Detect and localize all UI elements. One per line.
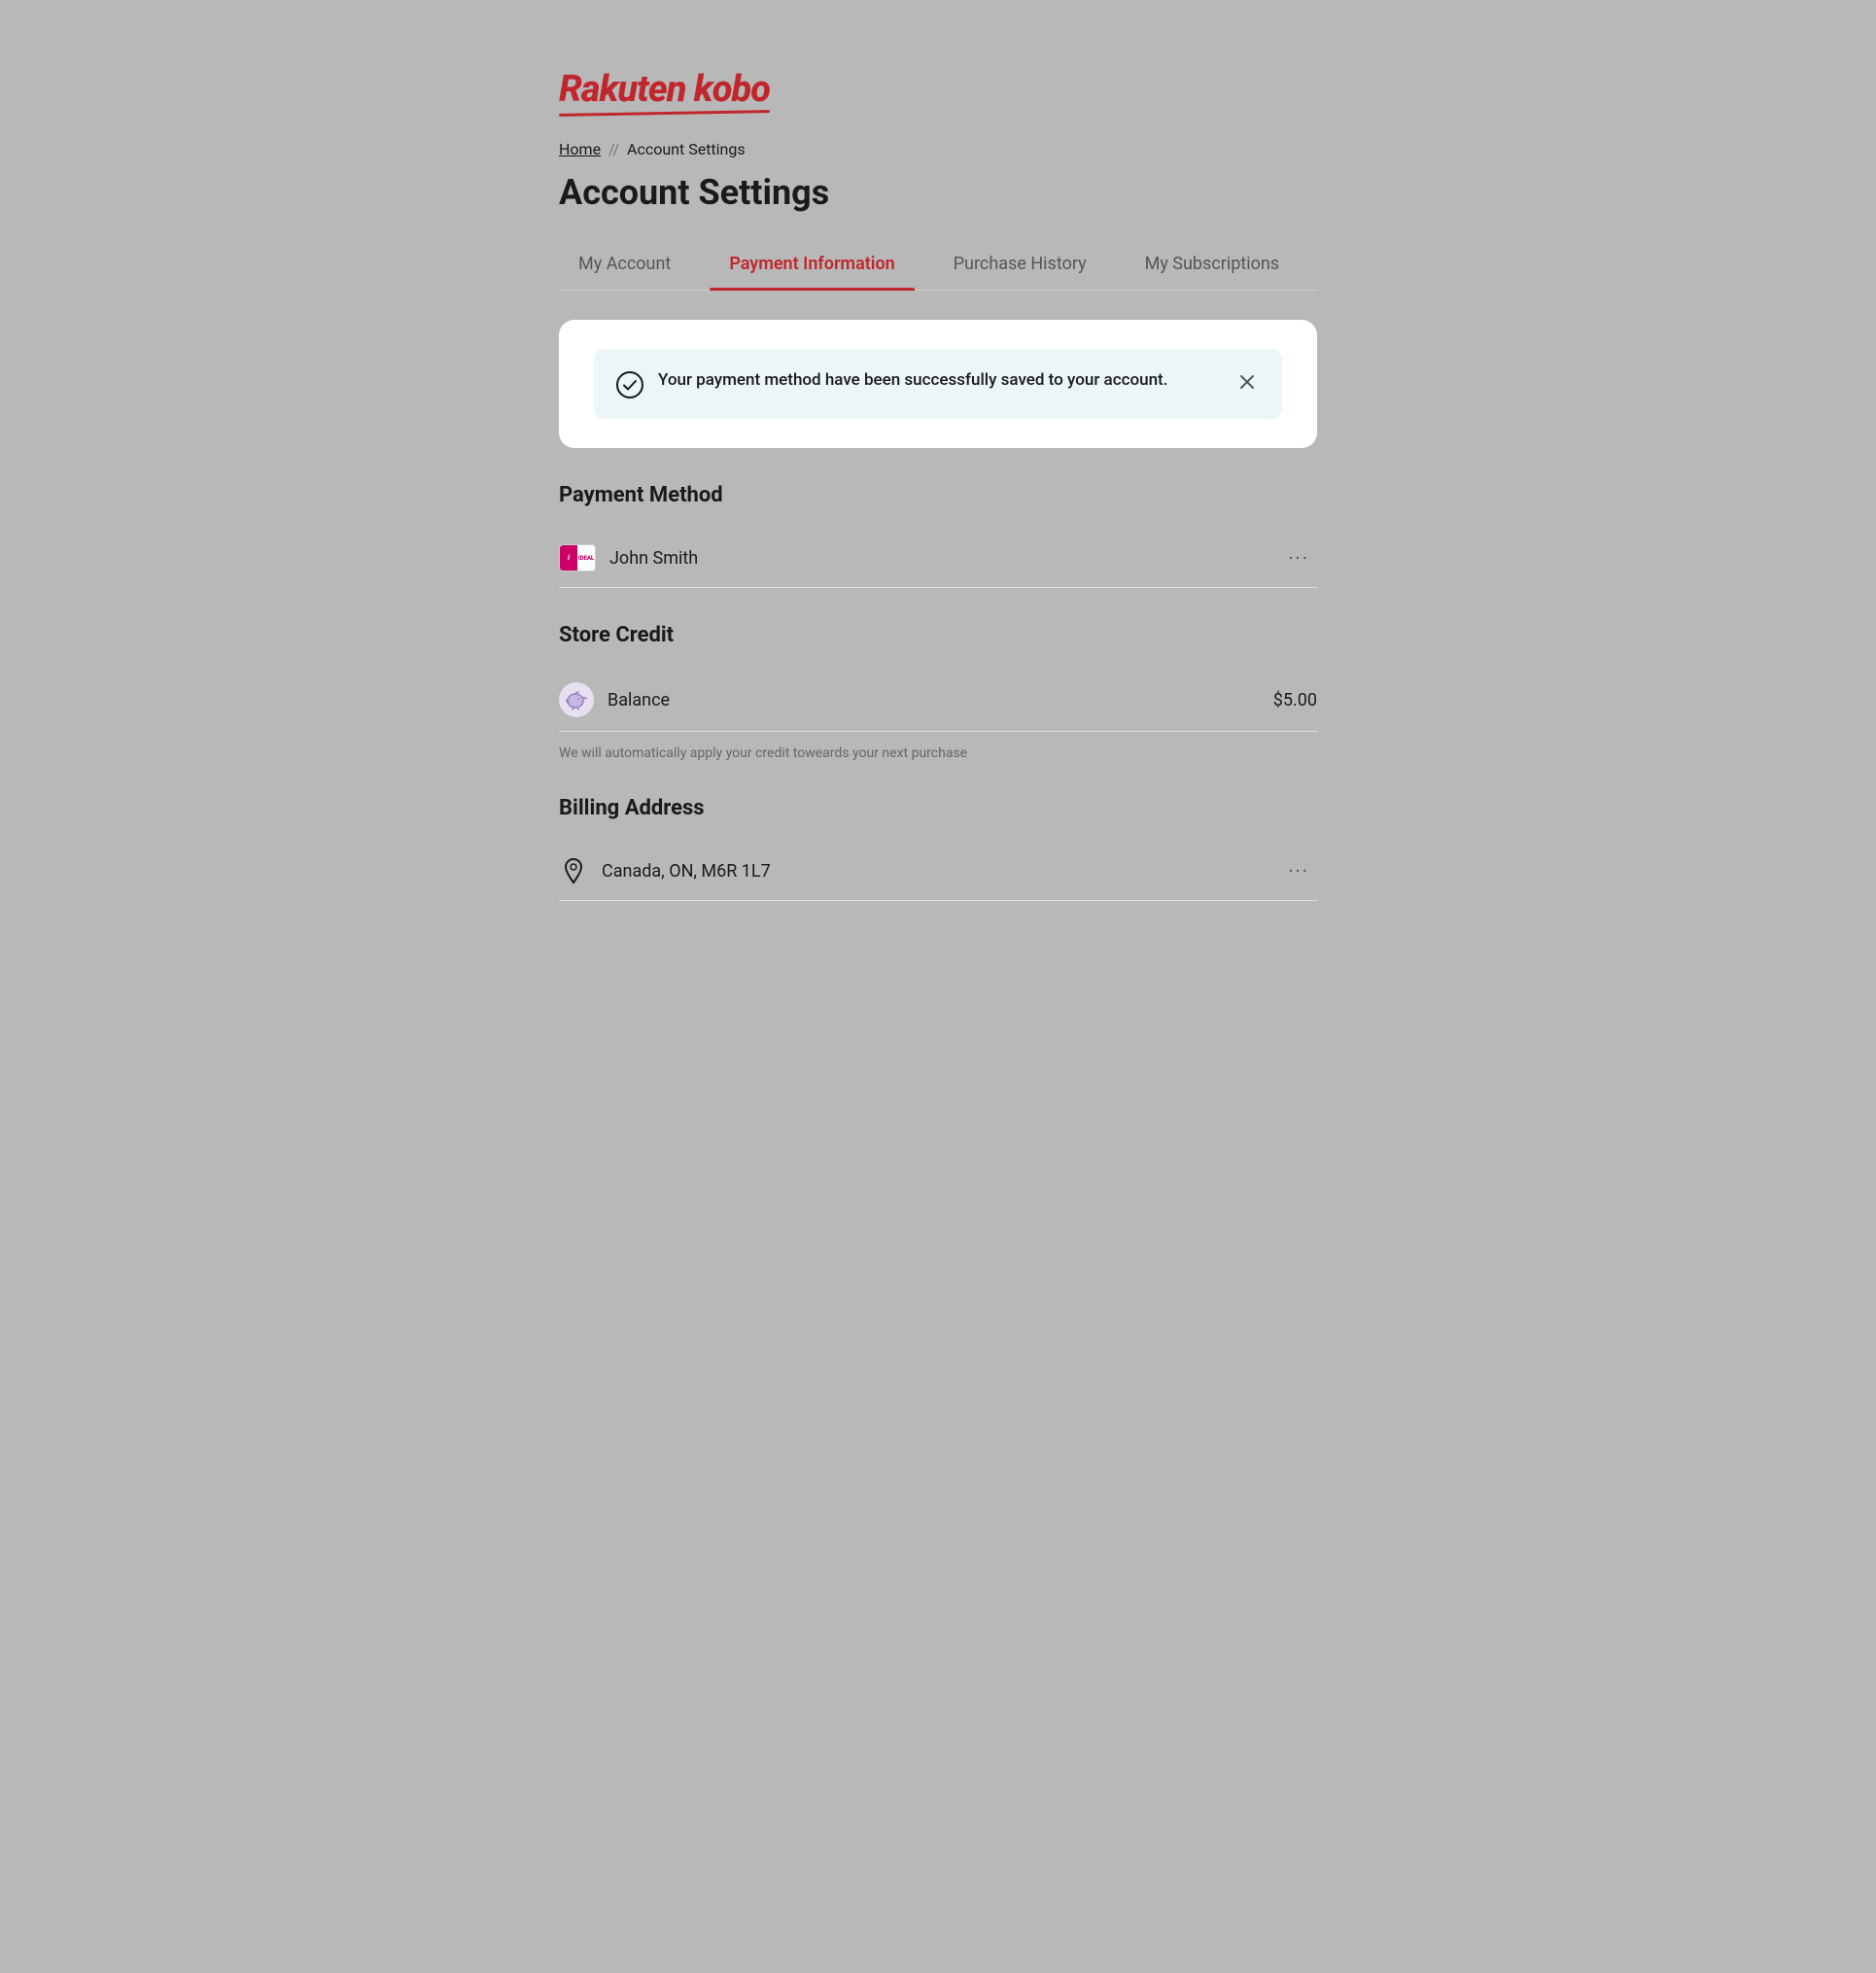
success-message: Your payment method have been successful… <box>658 368 1167 394</box>
close-banner-button[interactable] <box>1233 368 1261 396</box>
logo-underline <box>559 110 770 117</box>
billing-address-text: Canada, ON, M6R 1L7 <box>602 861 771 882</box>
success-banner: Your payment method have been successful… <box>594 349 1282 419</box>
tab-payment-information-label: Payment Information <box>729 254 894 274</box>
white-card: Your payment method have been successful… <box>559 320 1317 448</box>
balance-left: Balance <box>559 682 670 717</box>
breadcrumb-current: Account Settings <box>627 140 746 158</box>
location-pin-icon <box>559 856 588 885</box>
address-dots-label: ··· <box>1288 859 1309 883</box>
tab-my-account-label: My Account <box>578 254 671 274</box>
breadcrumb-separator: // <box>608 140 619 158</box>
ideal-badge-inner: i IDEAL <box>560 545 595 571</box>
balance-row: Balance $5.00 <box>559 669 1317 732</box>
page-title: Account Settings <box>559 172 1317 213</box>
tab-my-subscriptions[interactable]: My Subscriptions <box>1126 240 1299 290</box>
billing-address-menu-button[interactable]: ··· <box>1280 855 1317 886</box>
breadcrumb: Home // Account Settings <box>559 140 1317 158</box>
payment-holder-name: John Smith <box>609 548 698 569</box>
tab-purchase-history-label: Purchase History <box>954 254 1087 274</box>
payment-method-section: Payment Method i IDEAL <box>559 483 1317 588</box>
billing-address-section: Billing Address Canada, ON, M6R 1L7 ··· <box>559 796 1317 901</box>
store-credit-section: Store Credit <box>559 623 1317 761</box>
payment-dots-label: ··· <box>1288 546 1309 570</box>
tabs-container: My Account Payment Information Purchase … <box>559 240 1317 291</box>
logo-text: Rakuten kobo <box>559 68 770 111</box>
ideal-left: i <box>560 545 577 571</box>
payment-row-left: i IDEAL John Smith <box>559 544 698 571</box>
rakuten-kobo-logo[interactable]: Rakuten kobo <box>559 68 770 111</box>
store-credit-icon <box>559 682 594 717</box>
address-row: Canada, ON, M6R 1L7 ··· <box>559 842 1317 901</box>
ideal-brand-text: IDEAL <box>578 555 594 562</box>
billing-address-title: Billing Address <box>559 796 1317 820</box>
tab-payment-information[interactable]: Payment Information <box>710 240 914 290</box>
tab-my-subscriptions-label: My Subscriptions <box>1145 254 1279 274</box>
payment-method-title: Payment Method <box>559 483 1317 507</box>
content-area: Rakuten kobo Home // Account Settings Ac… <box>501 0 1375 975</box>
ideal-right: IDEAL <box>577 545 595 571</box>
balance-amount: $5.00 <box>1273 690 1317 710</box>
store-credit-title: Store Credit <box>559 623 1317 647</box>
tab-purchase-history[interactable]: Purchase History <box>934 240 1106 290</box>
pin-svg <box>562 857 585 884</box>
credit-note: We will automatically apply your credit … <box>559 742 1317 761</box>
payment-method-menu-button[interactable]: ··· <box>1280 542 1317 573</box>
page-container: Rakuten kobo Home // Account Settings Ac… <box>0 0 1876 1973</box>
check-circle-icon <box>615 370 644 399</box>
address-left: Canada, ON, M6R 1L7 <box>559 856 771 885</box>
piggy-bank-icon <box>566 689 587 710</box>
tab-my-account[interactable]: My Account <box>559 240 690 290</box>
breadcrumb-home-link[interactable]: Home <box>559 140 601 158</box>
balance-label: Balance <box>608 690 670 710</box>
payment-method-row: i IDEAL John Smith ··· <box>559 529 1317 588</box>
logo-area: Rakuten kobo <box>559 39 1317 111</box>
ideal-i-text: i <box>568 554 570 562</box>
success-banner-left: Your payment method have been successful… <box>615 368 1167 399</box>
close-icon <box>1237 372 1257 392</box>
ideal-payment-icon: i IDEAL <box>559 544 596 571</box>
